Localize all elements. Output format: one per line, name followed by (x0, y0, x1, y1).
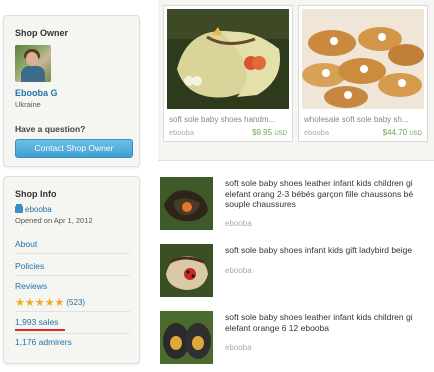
owner-name-link[interactable]: Ebooba G (15, 88, 58, 98)
star-icon: ★ (54, 297, 65, 309)
featured-title[interactable]: wholesale soft sole baby sh... (304, 115, 422, 124)
listing-shop[interactable]: ebooba (225, 266, 252, 275)
product-image[interactable] (302, 9, 424, 109)
divider (15, 333, 130, 334)
featured-price: $9.95 USD (252, 128, 287, 137)
rating-stars[interactable]: ★★★★★ (523) (15, 293, 85, 309)
listing-title[interactable]: soft sole baby shoes leather infant kids… (225, 178, 434, 210)
featured-shop[interactable]: ebooba (304, 128, 329, 137)
listing-title[interactable]: soft sole baby shoes leather infant kids… (225, 312, 434, 333)
admirers-link[interactable]: 1,176 admirers (15, 337, 72, 347)
opened-date: Opened on Apr 1, 2012 (15, 216, 93, 225)
shop-owner-card: Shop Owner Ebooba G Ukraine Have a quest… (3, 15, 140, 167)
owner-avatar[interactable] (15, 45, 51, 82)
star-icon: ★ (15, 297, 25, 309)
policies-link[interactable]: Policies (15, 261, 44, 271)
product-thumbnail[interactable] (160, 177, 213, 230)
shop-icon (15, 204, 23, 213)
featured-listings: soft sole baby shoes handm... ebooba $9.… (158, 0, 434, 161)
question-heading: Have a question? (15, 124, 86, 134)
main-content: soft sole baby shoes handm... ebooba $9.… (155, 0, 434, 372)
shop-info-card: Shop Info ebooba Opened on Apr 1, 2012 A… (3, 176, 140, 364)
reviews-link[interactable]: Reviews (15, 281, 47, 291)
shop-name-link[interactable]: ebooba (15, 204, 52, 214)
shop-name: ebooba (25, 205, 52, 214)
shop-owner-heading: Shop Owner (15, 28, 69, 38)
listing-shop[interactable]: ebooba (225, 343, 252, 352)
divider (15, 275, 130, 276)
star-icon: ★ (44, 297, 55, 309)
featured-tile[interactable]: wholesale soft sole baby sh... ebooba $4… (298, 5, 428, 142)
featured-shop[interactable]: ebooba (169, 128, 194, 137)
product-image[interactable] (167, 9, 289, 109)
listing-title[interactable]: soft sole baby shoes infant kids gift la… (225, 245, 434, 256)
star-icon: ★ (34, 297, 45, 309)
featured-title[interactable]: soft sole baby shoes handm... (169, 115, 287, 124)
shop-info-heading: Shop Info (15, 189, 57, 199)
divider (15, 253, 130, 254)
star-icon: ★ (24, 297, 35, 309)
list-item[interactable]: soft sole baby shoes infant kids gift la… (160, 244, 434, 300)
sales-link[interactable]: 1,993 sales (15, 317, 58, 327)
about-link[interactable]: About (15, 239, 37, 249)
product-thumbnail[interactable] (160, 311, 213, 364)
review-count[interactable]: (523) (66, 298, 85, 307)
owner-location: Ukraine (15, 100, 41, 109)
product-thumbnail[interactable] (160, 244, 213, 297)
featured-price: $44.70 USD (382, 128, 422, 137)
list-item[interactable]: soft sole baby shoes leather infant kids… (160, 177, 434, 233)
list-item[interactable]: soft sole baby shoes leather infant kids… (160, 311, 434, 367)
listing-shop[interactable]: ebooba (225, 219, 252, 228)
contact-shop-owner-button[interactable]: Contact Shop Owner (15, 139, 133, 158)
sidebar: Shop Owner Ebooba G Ukraine Have a quest… (0, 0, 155, 372)
divider (15, 311, 130, 312)
featured-tile[interactable]: soft sole baby shoes handm... ebooba $9.… (163, 5, 293, 142)
sales-underline-mark (15, 329, 65, 331)
